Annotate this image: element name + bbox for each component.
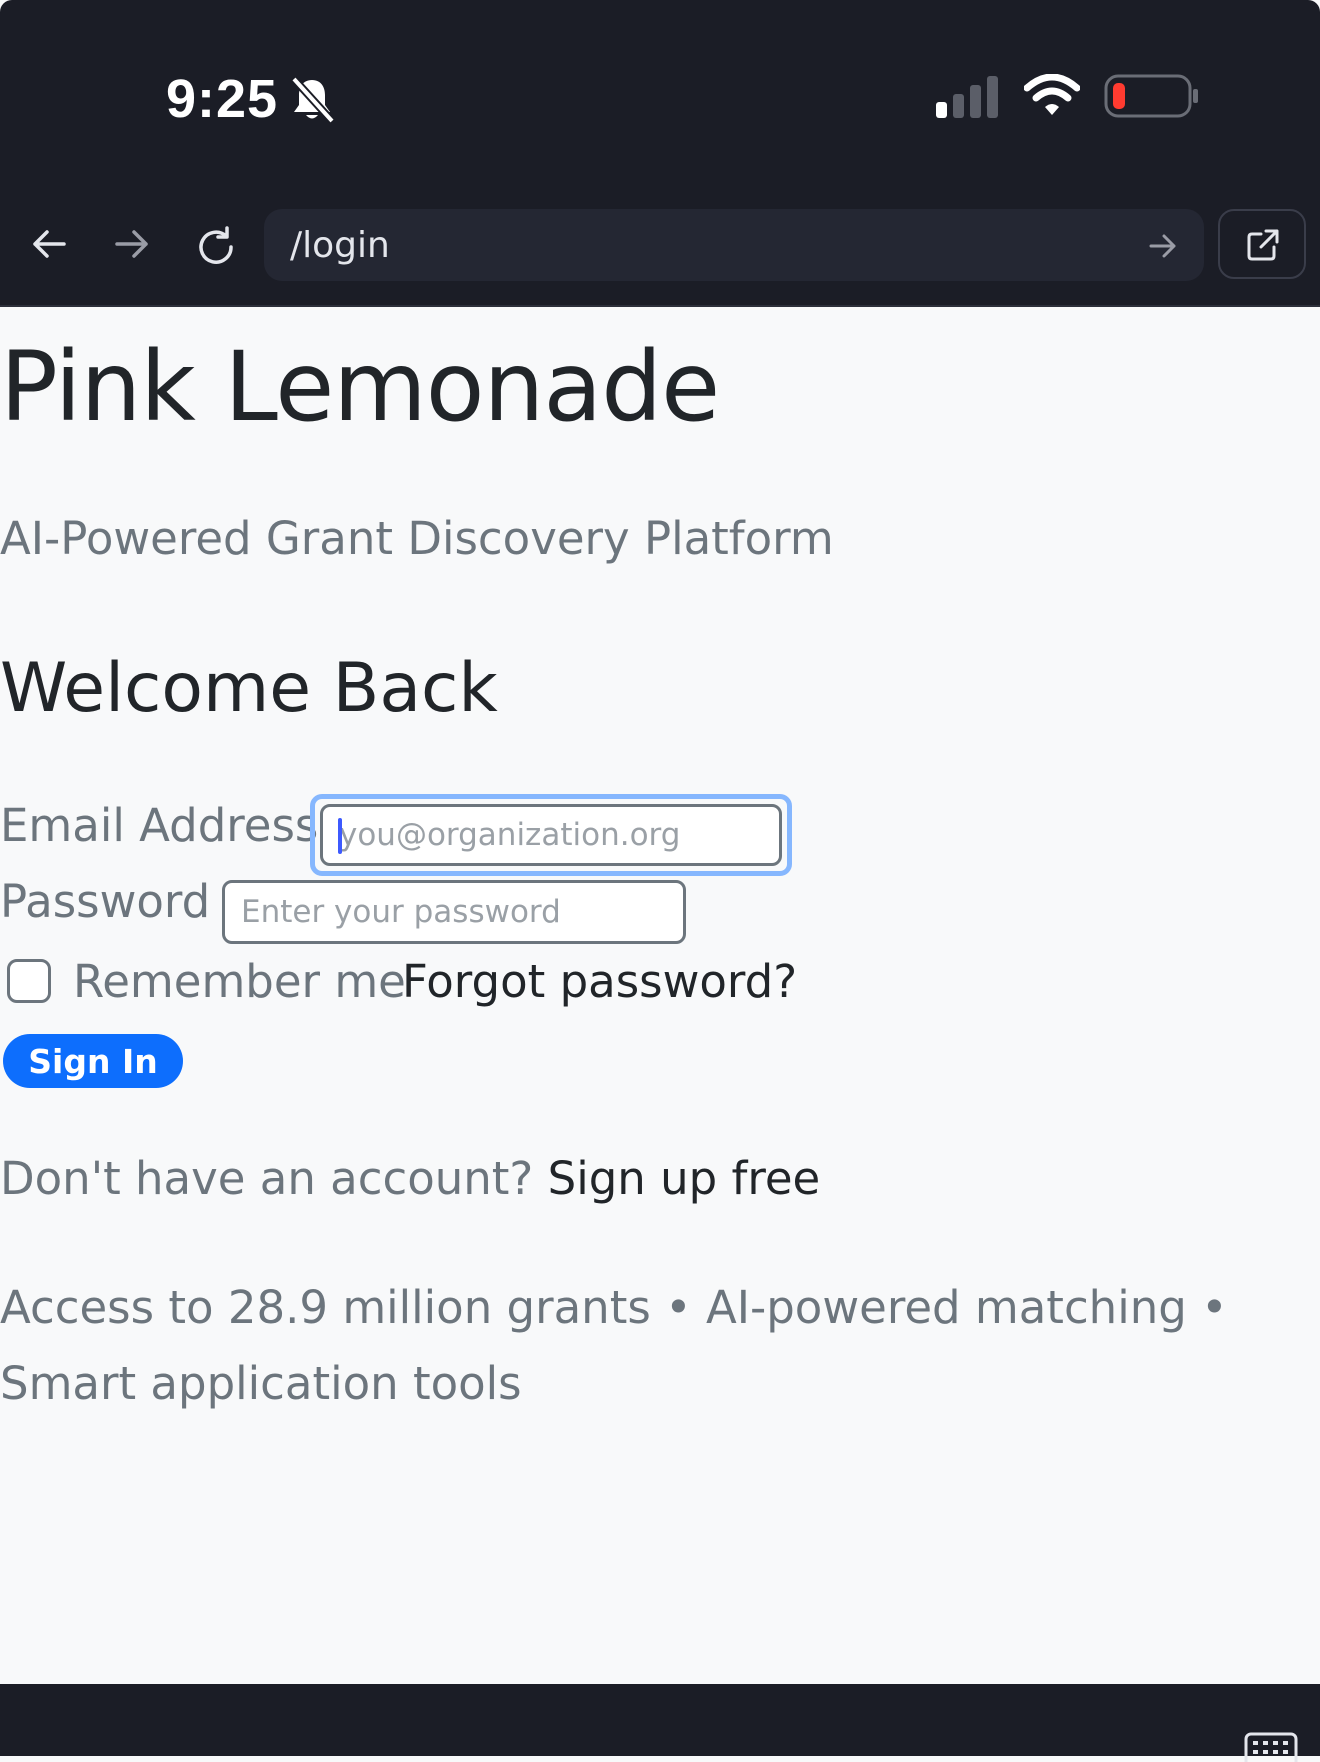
status-time: 9:25 [166,69,279,129]
forward-arrow-icon[interactable] [113,225,151,263]
reload-icon[interactable] [194,225,238,269]
go-arrow-icon[interactable] [1148,231,1178,261]
battery-low-icon [1104,74,1198,118]
back-arrow-icon[interactable] [30,225,68,263]
signup-prompt: Don't have an account? [0,1152,534,1205]
open-external-button[interactable] [1218,209,1306,279]
keyboard-icon[interactable] [1244,1732,1298,1762]
tagline: AI-Powered Grant Discovery Platform [0,512,834,565]
remember-me-checkbox[interactable] [7,959,51,1003]
password-field[interactable] [222,880,686,944]
signup-prompt-row: Don't have an account? Sign up free [0,1152,820,1205]
wifi-icon [1024,74,1080,115]
url-text: /login [290,225,390,266]
status-bar: 9:25 [0,0,1320,185]
forgot-password-link[interactable]: Forgot password? [402,955,797,1008]
browser-toolbar: /login [0,185,1320,307]
cellular-signal-icon [936,76,998,118]
welcome-heading: Welcome Back [0,649,498,728]
app-title: Pink Lemonade [0,331,720,443]
address-bar[interactable]: /login [264,209,1204,281]
email-field[interactable] [320,804,782,866]
sign-up-link[interactable]: Sign up free [548,1152,821,1205]
remember-me-label[interactable]: Remember me [73,955,406,1008]
password-label: Password [0,875,211,928]
bottom-toolbar [0,1684,1320,1762]
text-cursor [338,818,342,854]
features-text: Access to 28.9 million grants • AI-power… [0,1281,1228,1410]
open-external-icon [1247,229,1279,261]
bell-slash-icon [291,76,334,124]
sign-in-button[interactable]: Sign In [3,1034,183,1088]
email-label: Email Address [0,799,319,852]
